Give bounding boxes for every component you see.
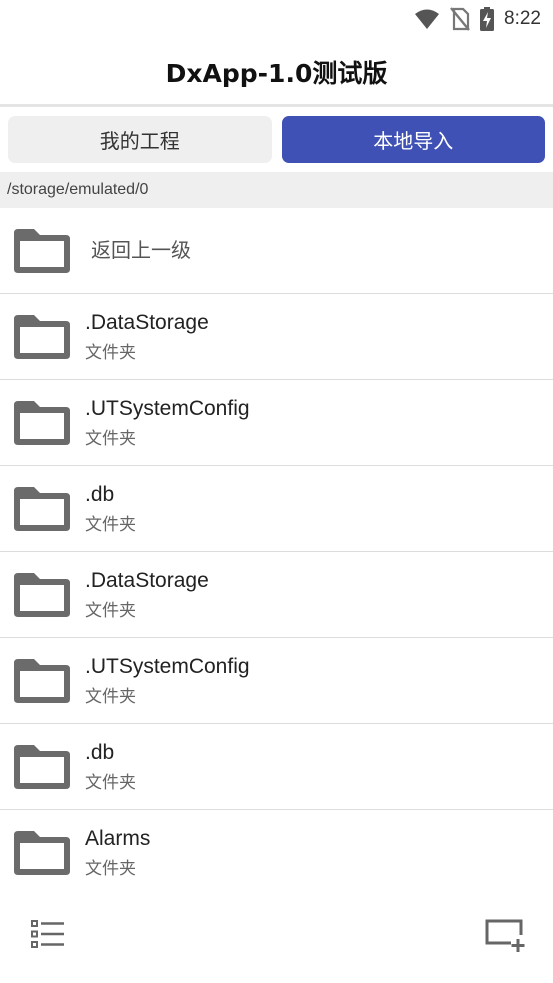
list-item[interactable]: .DataStorage 文件夹	[0, 552, 553, 638]
list-item[interactable]: Alarms 文件夹	[0, 810, 553, 885]
file-type: 文件夹	[85, 601, 136, 621]
list-view-icon[interactable]	[31, 920, 65, 952]
file-type: 文件夹	[85, 773, 136, 793]
list-item[interactable]: .UTSystemConfig 文件夹	[0, 380, 553, 466]
file-type: 文件夹	[85, 343, 136, 363]
tab-my-projects[interactable]: 我的工程	[8, 116, 272, 163]
new-folder-icon[interactable]	[485, 919, 527, 957]
folder-icon	[14, 401, 70, 445]
back-to-parent-row[interactable]: 返回上一级	[0, 208, 553, 294]
tab-bar: 我的工程 本地导入	[8, 116, 545, 163]
back-label: 返回上一级	[91, 240, 191, 262]
folder-icon	[14, 573, 70, 617]
list-item[interactable]: .db 文件夹	[0, 724, 553, 810]
tab-local-import[interactable]: 本地导入	[281, 116, 545, 163]
folder-icon	[14, 487, 70, 531]
folder-icon	[14, 745, 70, 789]
no-sim-icon	[450, 7, 470, 31]
status-bar: 8:22	[0, 0, 553, 38]
app-title: DxApp-1.0测试版	[165, 59, 388, 88]
file-type: 文件夹	[85, 515, 136, 535]
list-item[interactable]: .DataStorage 文件夹	[0, 294, 553, 380]
file-name: .db	[85, 483, 115, 506]
file-name: .DataStorage	[85, 569, 209, 592]
file-type: 文件夹	[85, 859, 136, 879]
status-time: 8:22	[504, 8, 541, 29]
file-type: 文件夹	[85, 687, 136, 707]
list-item[interactable]: .db 文件夹	[0, 466, 553, 552]
file-name: .db	[85, 741, 115, 764]
wifi-icon	[414, 8, 440, 30]
folder-icon	[14, 659, 70, 703]
file-list: 返回上一级 .DataStorage 文件夹 .UTSystemConfig 文…	[0, 208, 553, 885]
app-bar: DxApp-1.0测试版	[0, 38, 553, 106]
file-type: 文件夹	[85, 429, 136, 449]
battery-charging-icon	[480, 7, 495, 31]
folder-icon	[14, 831, 70, 875]
file-name: Alarms	[85, 827, 151, 850]
path-breadcrumb: /storage/emulated/0	[0, 172, 553, 208]
bottom-toolbar	[0, 885, 553, 983]
folder-icon	[14, 315, 70, 359]
divider	[0, 104, 553, 107]
folder-icon	[14, 229, 70, 273]
file-name: .UTSystemConfig	[85, 655, 250, 678]
file-name: .DataStorage	[85, 311, 209, 334]
list-item[interactable]: .UTSystemConfig 文件夹	[0, 638, 553, 724]
file-name: .UTSystemConfig	[85, 397, 250, 420]
